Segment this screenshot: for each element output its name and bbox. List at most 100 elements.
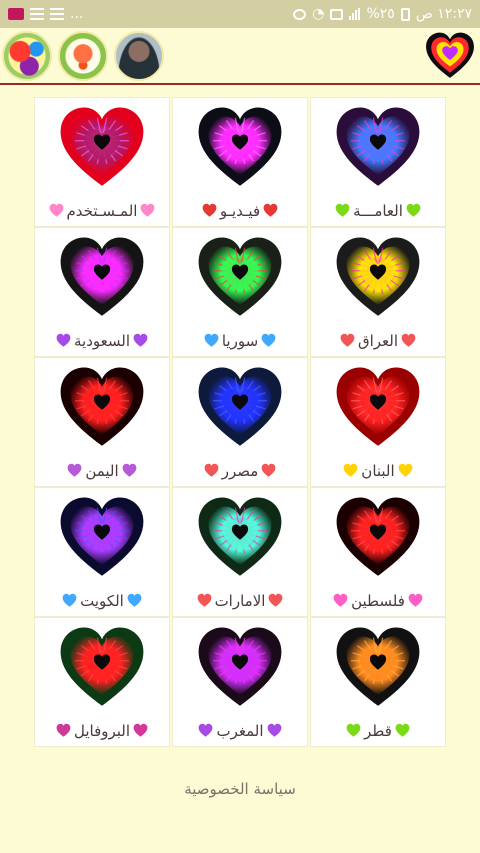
ribbon-heart-icon [67,463,82,477]
category-label-text: السعودية [73,332,130,350]
heart-icon [198,237,282,316]
heart-icon [336,107,420,186]
alarm-icon [293,8,307,20]
heart-icon [60,107,144,186]
category-label: سوريا [173,332,307,350]
category-label: اليمن [35,462,169,480]
category-label: الامارات [173,592,307,610]
category-tile[interactable]: المـسـتخدم [34,97,170,227]
category-grid: العامـــة فيـديـو المـسـتخدم العراق سوري… [34,97,446,747]
heart-icon [60,627,144,706]
category-label-text: الكويت [80,592,124,610]
blue-heart-icon [204,333,219,347]
heart-icon [336,367,420,446]
blue-heart-icon [127,593,142,607]
checkered-heart-icon [141,203,155,217]
category-tile[interactable]: قطر [310,617,446,747]
heart-icon [336,627,420,706]
red-heart-icon [204,463,219,477]
category-tile[interactable]: الكويت [34,487,170,617]
category-tile[interactable]: فلسطين [310,487,446,617]
category-label-text: اليمن [85,462,119,480]
red-heart-icon [340,333,355,347]
heart-exclamation-icon [133,723,148,737]
category-label: مصرر [173,462,307,480]
wifi-icon: ◔ [312,6,325,22]
ribbon-heart-icon [122,463,137,477]
category-label-text: المغرب [216,722,264,740]
category-label-text: البروفايل [73,722,131,740]
category-label-text: العراق [357,332,399,350]
purple-heart-icon [267,723,281,737]
heart-exclamation-icon [56,723,71,737]
category-tile[interactable]: اليمن [34,357,170,487]
category-label-text: مصرر [221,462,259,480]
category-label-text: قطر [364,722,392,740]
checkered-heart-icon [49,203,63,217]
heart-icon [336,497,420,576]
category-tile[interactable]: مصرر [172,357,308,487]
category-label: البروفايل [35,722,169,740]
red-heart-icon [269,593,283,607]
clock: ١٢:٢٧ ص [415,6,472,22]
purple-heart-icon [199,723,213,737]
category-tile[interactable]: العامـــة [310,97,446,227]
sim-icon [330,8,344,20]
purple-heart-icon [56,333,71,347]
menu-icon-2 [50,8,64,20]
heart-icon [198,627,282,706]
bell-app-icon[interactable] [58,31,108,81]
heart-icon [198,367,282,446]
heart-icon [198,497,282,576]
category-label: فلسطين [311,592,445,610]
yellow-heart-icon [343,463,358,477]
category-label-text: المـسـتخدم [66,202,138,220]
overflow-dots: ... [70,6,84,22]
category-label: السعودية [35,332,169,350]
category-tile[interactable]: الامارات [172,487,308,617]
category-tile[interactable]: سوريا [172,227,308,357]
status-bar: ... ◔ %٢٥ ١٢:٢٧ ص [0,0,480,28]
heart-icon [60,237,144,316]
category-label-text: البنان [361,462,395,480]
category-label-text: العامـــة [353,202,403,220]
blue-heart-icon [62,593,77,607]
heart-icon [60,367,144,446]
category-label: العامـــة [311,202,445,220]
heart-icon [336,237,420,316]
tulip-icon [263,203,278,217]
category-tile[interactable]: المغرب [172,617,308,747]
tulip-icon [202,203,217,217]
category-label: المـسـتخدم [35,202,169,220]
category-label: المغرب [173,722,307,740]
menu-icon [30,8,44,20]
category-tile[interactable]: البنان [310,357,446,487]
green-heart-icon [395,723,410,737]
green-heart-icon [335,203,350,217]
red-heart-icon [261,463,276,477]
heart-icon [60,497,144,576]
privacy-policy-link[interactable]: سياسة الخصوصية [0,780,480,798]
category-label: فيـديـو [173,202,307,220]
category-label: العراق [311,332,445,350]
colorful-app-icon[interactable] [2,31,52,81]
category-tile[interactable]: البروفايل [34,617,170,747]
green-heart-icon [346,723,361,737]
sparkling-heart-icon [408,593,423,607]
battery-icon [400,7,410,21]
category-tile[interactable]: العراق [310,227,446,357]
category-label-text: فلسطين [351,592,405,610]
category-tile[interactable]: السعودية [34,227,170,357]
status-left: ... [8,6,83,22]
category-label: البنان [311,462,445,480]
signal-icon [349,8,361,20]
category-label-text: فيـديـو [219,202,261,220]
profile-avatar[interactable] [114,31,164,81]
app-header [0,28,480,85]
category-label: قطر [311,722,445,740]
heart-icon [198,107,282,186]
category-label-text: الامارات [214,592,266,610]
green-heart-icon [406,203,421,217]
category-tile[interactable]: فيـديـو [172,97,308,227]
app-logo-heart-icon[interactable] [424,30,476,82]
